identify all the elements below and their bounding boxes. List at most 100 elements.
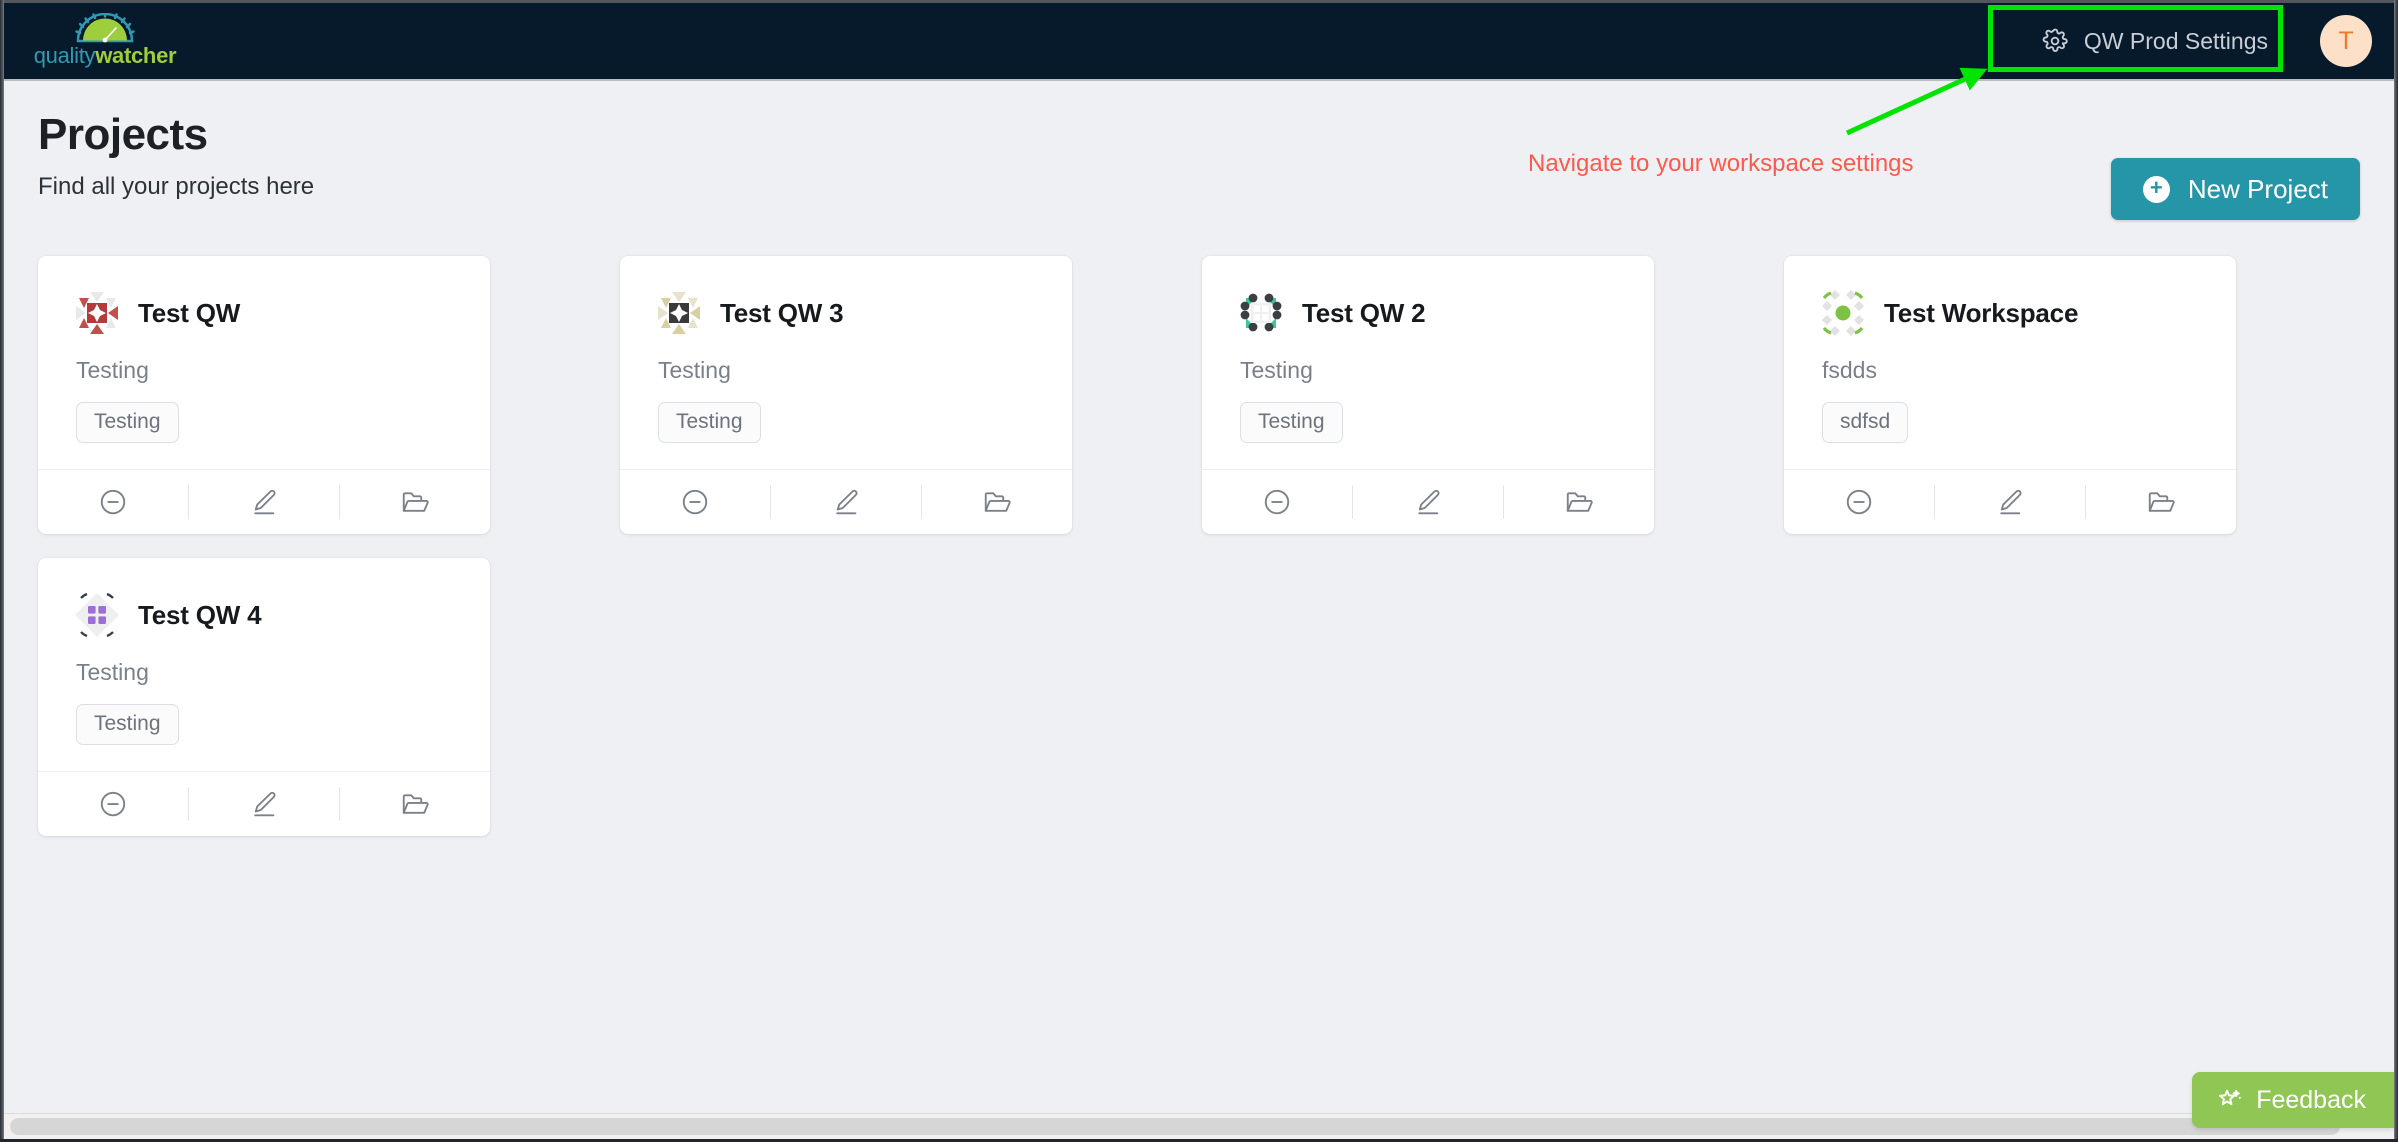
project-description: Testing <box>76 659 149 685</box>
project-card-body: Test QW 4 Testing Testing <box>38 558 490 771</box>
navbar-bottom-border <box>4 79 2394 81</box>
project-name: Test Workspace <box>1884 297 2079 328</box>
gear-icon <box>2042 28 2068 52</box>
horizontal-scrollbar-track[interactable] <box>4 1113 2394 1139</box>
pencil-icon <box>254 791 276 817</box>
open-project-button[interactable] <box>340 772 490 837</box>
archive-project-button[interactable] <box>38 470 188 535</box>
feedback-label: Feedback <box>2256 1085 2366 1114</box>
project-card[interactable]: Test Workspace fsdds sdfsd <box>1784 256 2236 534</box>
open-project-button[interactable] <box>1504 470 1654 535</box>
new-project-button[interactable]: + New Project <box>2110 158 2360 220</box>
project-card-body: Test QW Testing Testing <box>38 256 490 469</box>
project-card-body: Test QW 2 Testing Testing <box>1202 256 1654 469</box>
window-edge-top <box>0 0 2398 3</box>
feedback-button[interactable]: Feedback <box>2192 1072 2394 1128</box>
project-description: Testing <box>658 357 731 383</box>
archive-project-button[interactable] <box>1784 470 1934 535</box>
page-header: Projects Find all your projects here <box>38 110 314 201</box>
archive-project-button[interactable] <box>620 470 770 535</box>
project-description: Testing <box>76 357 149 383</box>
horizontal-scrollbar-thumb[interactable] <box>10 1118 2340 1135</box>
folder-open-icon <box>402 492 429 512</box>
user-avatar[interactable]: T <box>2320 15 2372 67</box>
pencil-icon <box>1418 489 1440 515</box>
project-tag: Testing <box>76 704 179 745</box>
edit-project-button[interactable] <box>1935 470 2085 535</box>
archive-project-button[interactable] <box>1202 470 1352 535</box>
folder-open-icon <box>984 492 1011 512</box>
edit-project-button[interactable] <box>1353 470 1503 535</box>
project-name: Test QW 3 <box>720 297 844 328</box>
project-card-header: Test QW <box>70 286 458 340</box>
project-avatar-dots-ring <box>1234 286 1288 340</box>
plus-circle-icon: + <box>2142 175 2170 203</box>
qualitywatcher-logo[interactable]: qualitywatcher <box>30 7 180 73</box>
project-card[interactable]: Test QW Testing Testing <box>38 256 490 534</box>
project-card[interactable]: Test QW 4 Testing Testing <box>38 558 490 836</box>
project-card-footer <box>1202 469 1654 534</box>
gauge-logo-icon <box>75 13 135 43</box>
project-card-footer <box>620 469 1072 534</box>
settings-button-label: QW Prod Settings <box>2083 27 2268 54</box>
folder-open-icon <box>2148 492 2175 512</box>
minus-circle-icon <box>100 791 126 817</box>
pencil-icon <box>836 489 858 515</box>
navbar-right-cluster: QW Prod Settings T <box>2008 3 2372 79</box>
new-project-label: New Project <box>2187 173 2328 204</box>
project-tag: Testing <box>658 402 761 443</box>
pencil-icon <box>254 489 276 515</box>
folder-open-icon <box>1566 492 1593 512</box>
project-avatar-red-sparkle <box>70 286 124 340</box>
minus-circle-icon <box>682 489 708 515</box>
avatar-initial: T <box>2338 26 2354 55</box>
top-navbar: qualitywatcher QW Prod Settings T <box>4 3 2394 79</box>
qw-prod-settings-button[interactable]: QW Prod Settings <box>2008 12 2302 70</box>
project-card[interactable]: Test QW 2 Testing Testing <box>1202 256 1654 534</box>
project-avatar-green-dot <box>1816 286 1870 340</box>
minus-circle-icon <box>1264 489 1290 515</box>
window-edge-right <box>2394 0 2398 1142</box>
archive-project-button[interactable] <box>38 772 188 837</box>
project-name: Test QW 2 <box>1302 297 1426 328</box>
project-name: Test QW <box>138 297 241 328</box>
project-card-header: Test Workspace <box>1816 286 2204 340</box>
projects-grid: Test QW Testing Testing Test QW 3 Testing Tes… <box>38 256 2248 836</box>
logo-wordmark: qualitywatcher <box>34 45 177 67</box>
minus-circle-icon <box>100 489 126 515</box>
open-project-button[interactable] <box>2086 470 2236 535</box>
logo-word-quality: quality <box>33 43 96 68</box>
project-avatar-purple-grid <box>70 588 124 642</box>
logo-word-watcher: watcher <box>95 43 177 68</box>
edit-project-button[interactable] <box>189 470 339 535</box>
folder-open-icon <box>402 794 429 814</box>
project-card-footer <box>38 469 490 534</box>
project-card-header: Test QW 3 <box>652 286 1040 340</box>
project-card-header: Test QW 2 <box>1234 286 1622 340</box>
browser-viewport: qualitywatcher QW Prod Settings T Naviga… <box>0 0 2398 1142</box>
open-project-button[interactable] <box>922 470 1072 535</box>
page-subtitle: Find all your projects here <box>38 173 315 201</box>
project-tag: Testing <box>1240 402 1343 443</box>
pencil-icon <box>2000 489 2022 515</box>
edit-project-button[interactable] <box>771 470 921 535</box>
minus-circle-icon <box>1846 489 1872 515</box>
project-card-body: Test Workspace fsdds sdfsd <box>1784 256 2236 469</box>
project-tag: Testing <box>76 402 179 443</box>
project-card-footer <box>1784 469 2236 534</box>
project-card-header: Test QW 4 <box>70 588 458 642</box>
project-avatar-khaki-sparkle <box>652 286 706 340</box>
page-title: Projects <box>38 110 208 159</box>
project-description: Testing <box>1240 357 1313 383</box>
open-project-button[interactable] <box>340 470 490 535</box>
annotation-caption: Navigate to your workspace settings <box>1528 150 1914 177</box>
project-description: fsdds <box>1822 357 1877 383</box>
project-card-footer <box>38 771 490 836</box>
window-edge-left <box>0 0 4 1142</box>
star-sparkle-icon <box>2219 1089 2242 1106</box>
project-tag: sdfsd <box>1822 402 1909 443</box>
project-card-body: Test QW 3 Testing Testing <box>620 256 1072 469</box>
edit-project-button[interactable] <box>189 772 339 837</box>
project-name: Test QW 4 <box>138 599 262 630</box>
project-card[interactable]: Test QW 3 Testing Testing <box>620 256 1072 534</box>
